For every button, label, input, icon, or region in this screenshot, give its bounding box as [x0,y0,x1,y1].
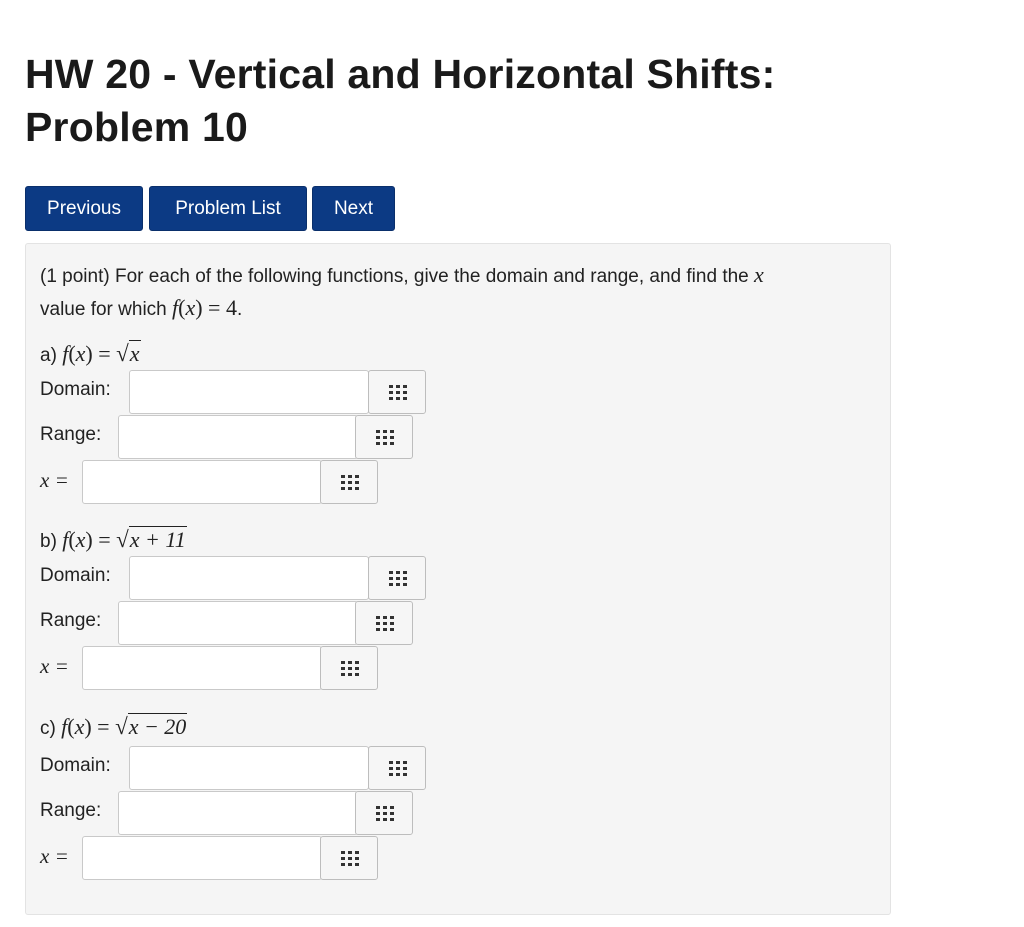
part-c-radicand: x − 20 [128,714,187,739]
part-b-radicand: x + 11 [129,527,186,552]
part-a-domain-input[interactable] [129,370,369,414]
part-c-heading: c) f(x) = √x − 20 [40,712,188,744]
part-c-range-input[interactable] [118,791,358,835]
part-b-function: f(x) = √x + 11 [62,526,187,552]
part-a-x-input[interactable] [82,460,322,504]
part-b-range-input[interactable] [118,601,358,645]
intro-text: For each of the following functions, giv… [114,266,749,287]
grid-icon [389,761,407,776]
grid-icon [389,385,407,400]
part-b-range-matrix-button[interactable] [355,601,413,645]
next-button[interactable]: Next [312,186,395,231]
intro-text-2: value for which [40,299,167,320]
grid-icon [376,430,394,445]
intro-variable: x [754,262,764,287]
intro-equation: f(x) = 4 [172,295,237,320]
grid-icon [389,571,407,586]
part-c-range-matrix-button[interactable] [355,791,413,835]
grid-icon [341,475,359,490]
part-c-x-label: x = [40,844,69,868]
part-a-heading: a) f(x) = √x [40,339,141,371]
problem-statement: (1 point) For each of the following func… [40,262,764,320]
part-a-range-input[interactable] [118,415,358,459]
part-b-x-label: x = [40,654,69,678]
part-a-domain-label: Domain: [40,379,111,400]
part-b-domain-input[interactable] [129,556,369,600]
part-b-domain-label: Domain: [40,565,111,586]
part-c-domain-label: Domain: [40,755,111,776]
part-a-radicand: x [129,341,140,366]
grid-icon [376,616,394,631]
part-c-x-matrix-button[interactable] [320,836,378,880]
part-b-prefix: b) [40,531,57,552]
part-b-domain-matrix-button[interactable] [368,556,426,600]
part-a-function: f(x) = √x [62,340,141,366]
part-c-prefix: c) [40,718,56,739]
grid-icon [376,806,394,821]
part-a-range-label: Range: [40,424,102,445]
previous-button[interactable]: Previous [25,186,143,231]
target-value: 4 [225,295,237,320]
part-b-x-input[interactable] [82,646,322,690]
part-a-domain-matrix-button[interactable] [368,370,426,414]
part-a-range-matrix-button[interactable] [355,415,413,459]
grid-icon [341,851,359,866]
part-b-heading: b) f(x) = √x + 11 [40,525,187,557]
part-b-range-label: Range: [40,610,102,631]
part-a-x-label: x = [40,468,69,492]
part-a-prefix: a) [40,345,57,366]
part-c-x-input[interactable] [82,836,322,880]
problem-list-button[interactable]: Problem List [149,186,307,231]
part-c-domain-matrix-button[interactable] [368,746,426,790]
part-c-function: f(x) = √x − 20 [61,713,188,739]
points-label: (1 point) [40,266,110,287]
part-c-range-label: Range: [40,800,102,821]
part-a-x-matrix-button[interactable] [320,460,378,504]
grid-icon [341,661,359,676]
page-title: HW 20 - Vertical and Horizontal Shifts: … [25,51,776,150]
part-b-x-matrix-button[interactable] [320,646,378,690]
problem-panel: (1 point) For each of the following func… [25,243,891,915]
part-c-domain-input[interactable] [129,746,369,790]
